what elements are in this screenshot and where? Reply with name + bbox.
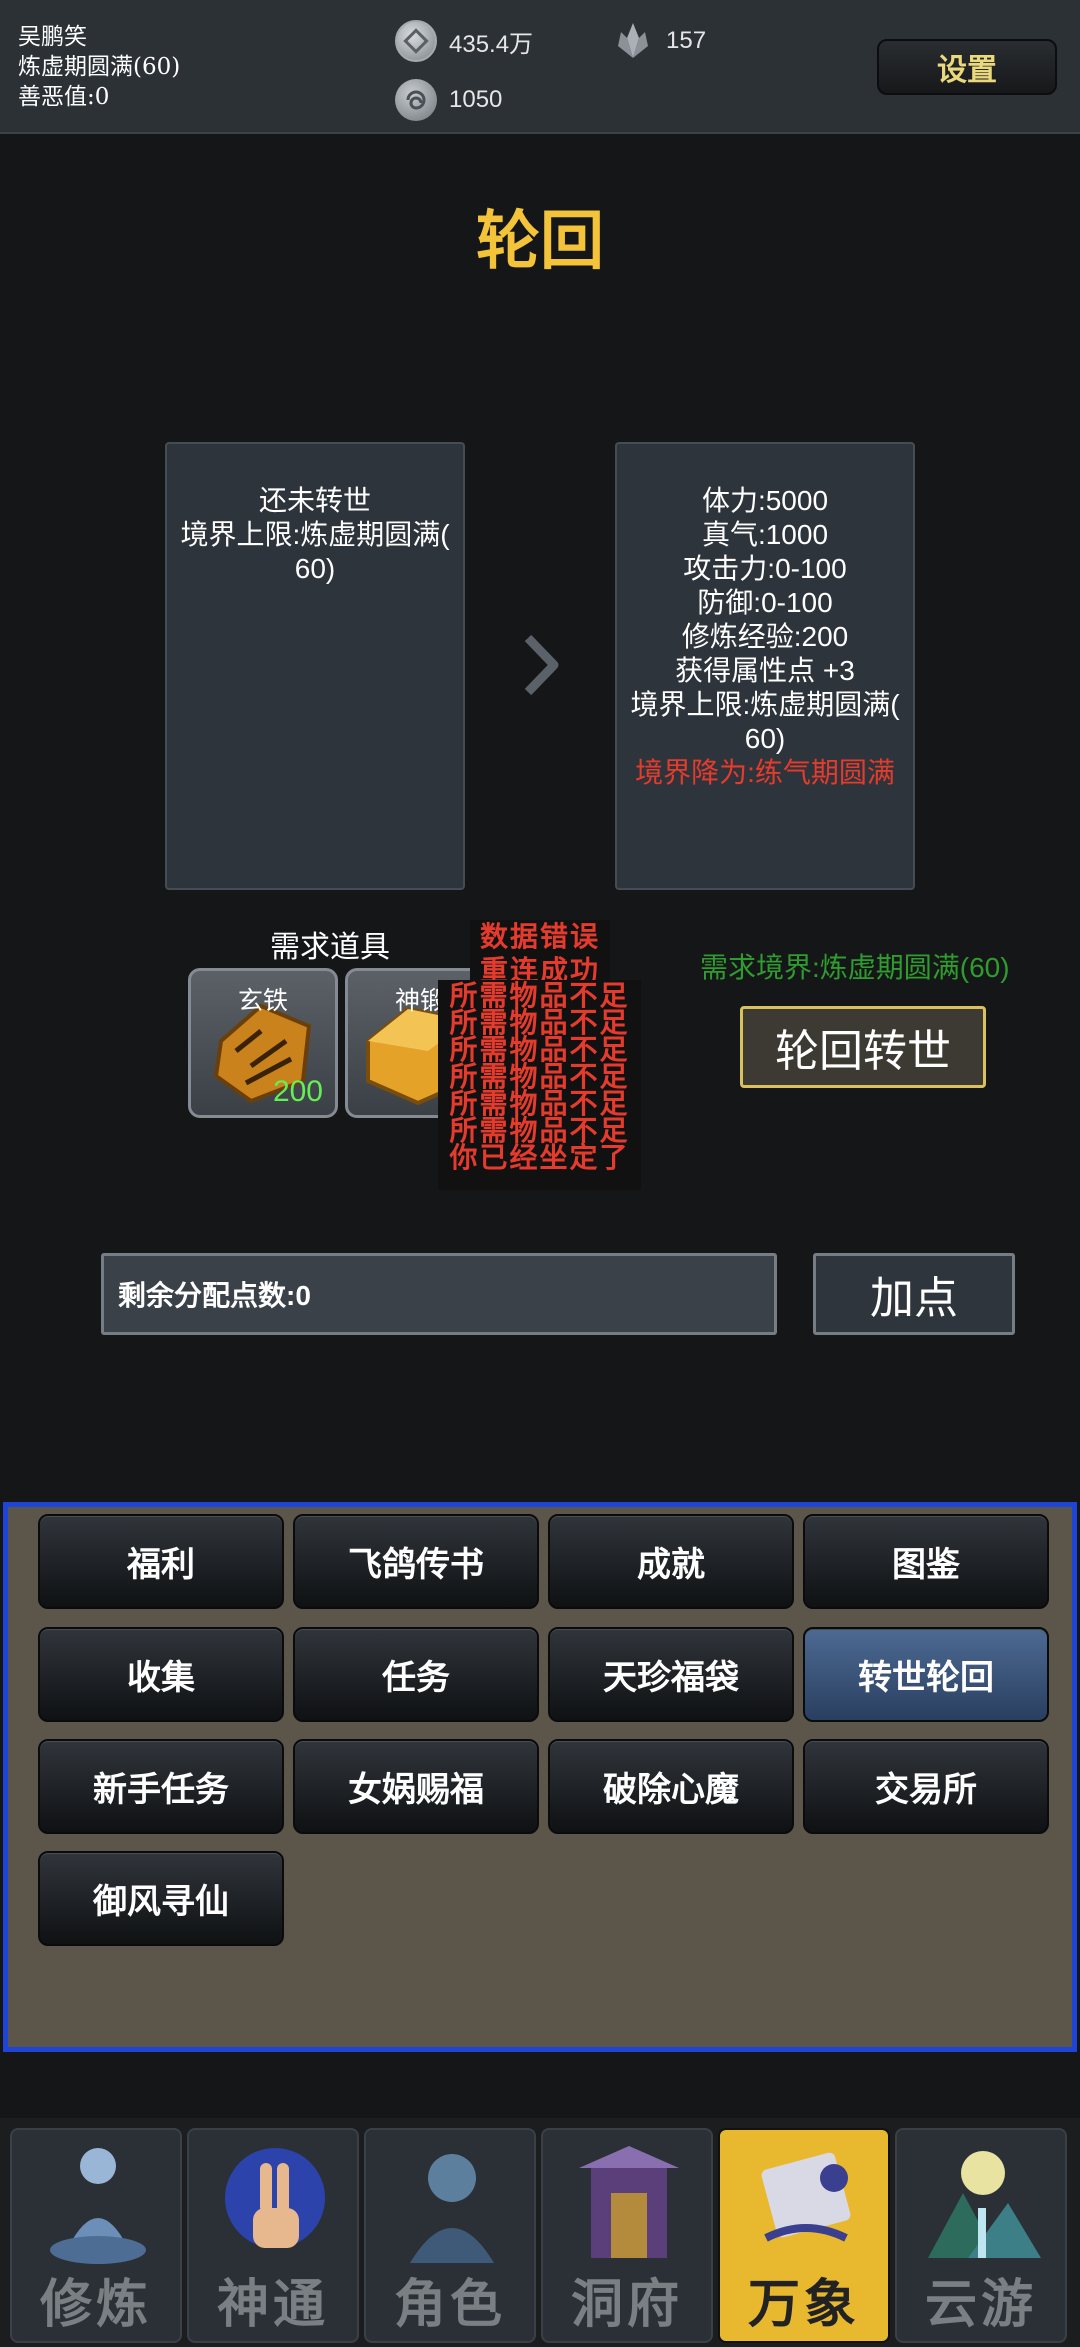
- scroll-icon: [761, 2152, 851, 2242]
- spiral-amount: 1050: [449, 86, 503, 113]
- remaining-points-field: 剩余分配点数:0: [101, 1253, 777, 1335]
- stat-defense: 防御:0-100: [697, 587, 833, 618]
- nav-tab-cave[interactable]: 洞府: [541, 2128, 713, 2343]
- toast-line: 所需物品不足: [449, 1033, 630, 1066]
- menu-exchange[interactable]: 交易所: [803, 1739, 1049, 1834]
- chevron-right-icon: [524, 634, 559, 696]
- player-name: 吴鹏笑: [18, 24, 87, 50]
- current-state-line: 还未转世: [258, 485, 371, 516]
- toast-line: 你已经坐定了: [449, 1141, 630, 1174]
- settings-button[interactable]: 设置: [877, 39, 1057, 95]
- landscape-icon: [928, 2151, 1041, 2258]
- coin-counter: 435.4万: [395, 20, 533, 62]
- current-state-panel: 还未转世 境界上限:炼虚期圆满( 60): [165, 442, 465, 890]
- menu-reincarnation[interactable]: 转世轮回: [803, 1627, 1049, 1722]
- stat-points: 获得属性点 +3: [675, 655, 855, 686]
- toast-line: 所需物品不足: [449, 1087, 630, 1120]
- stat-realm-limit: 境界上限:炼虚期圆满(: [630, 689, 900, 720]
- menu-nuwa-blessing[interactable]: 女娲赐福: [293, 1739, 539, 1834]
- reincarnate-button[interactable]: 轮回转世: [740, 1006, 986, 1088]
- spiral-icon: [395, 79, 437, 121]
- menu-wind-seek[interactable]: 御风寻仙: [38, 1851, 284, 1946]
- toast-line: 所需物品不足: [449, 1114, 630, 1147]
- item-quantity: 200: [272, 1075, 323, 1108]
- toast-line: 所需物品不足: [449, 1060, 630, 1093]
- coin-amount: 435.4万: [449, 30, 534, 58]
- nav-label: 神通: [216, 2274, 329, 2335]
- toast-line: 所需物品不足: [449, 1006, 630, 1039]
- nav-label: 角色: [393, 2274, 506, 2335]
- stat-exp: 修炼经验:200: [681, 621, 849, 652]
- crystal-counter: 157: [612, 20, 706, 62]
- nav-tab-powers[interactable]: 神通: [187, 2128, 359, 2343]
- temple-gate-icon: [579, 2146, 679, 2258]
- menu-newbie-tasks[interactable]: 新手任务: [38, 1739, 284, 1834]
- next-state-panel: 体力:5000 真气:1000 攻击力:0-100 防御:0-100 修炼经验:…: [615, 442, 915, 890]
- menu-break-demon[interactable]: 破除心魔: [548, 1739, 794, 1834]
- karma-value: 善恶值:0: [18, 84, 110, 110]
- current-realm-limit: 境界上限:炼虚期圆满(: [180, 519, 450, 550]
- required-items-label: 需求道具: [270, 930, 390, 965]
- stat-attack: 攻击力:0-100: [683, 553, 847, 584]
- add-points-button[interactable]: 加点: [813, 1253, 1015, 1335]
- realm-drop-warning: 境界降为:练气期圆满: [635, 757, 895, 788]
- menu-tasks[interactable]: 任务: [293, 1627, 539, 1722]
- nav-tab-cultivate[interactable]: 修炼: [10, 2128, 182, 2343]
- crystal-amount: 157: [666, 27, 707, 54]
- character-bust-icon: [410, 2154, 494, 2263]
- player-info: 吴鹏笑 炼虚期圆满(60) 善恶值:0: [18, 22, 180, 112]
- stat-realm-limit-cont: 60): [744, 723, 786, 754]
- menu-welfare[interactable]: 福利: [38, 1514, 284, 1609]
- spiral-counter: 1050: [395, 79, 502, 121]
- crystal-icon: [612, 20, 654, 62]
- player-realm: 炼虚期圆满(60): [18, 54, 181, 80]
- bottom-navigation: 修炼 神通 角色 洞府 万象 云游: [0, 2118, 1080, 2347]
- nav-label: 修炼: [39, 2274, 152, 2335]
- menu-codex[interactable]: 图鉴: [803, 1514, 1049, 1609]
- feature-menu-panel: 福利 飞鸽传书 成就 图鉴 收集 任务 天珍福袋 转世轮回 新手任务 女娲赐福 …: [3, 1502, 1077, 2052]
- item-slot-xuantie[interactable]: 玄铁 200: [188, 968, 338, 1118]
- menu-achievements[interactable]: 成就: [548, 1514, 794, 1609]
- menu-mail[interactable]: 飞鸽传书: [293, 1514, 539, 1609]
- nav-label: 洞府: [570, 2274, 683, 2335]
- nav-tab-wanxiang[interactable]: 万象: [718, 2128, 890, 2343]
- coin-icon: [395, 20, 437, 62]
- page-title: 轮回: [476, 204, 604, 279]
- nav-tab-character[interactable]: 角色: [364, 2128, 536, 2343]
- error-line: 数据错误: [479, 920, 600, 953]
- required-realm: 需求境界:炼虚期圆满(60): [700, 952, 1010, 983]
- nav-label: 云游: [924, 2274, 1037, 2335]
- menu-collection[interactable]: 收集: [38, 1627, 284, 1722]
- insufficient-items-toast: 所需物品不足 所需物品不足 所需物品不足 所需物品不足 所需物品不足 所需物品不…: [438, 980, 641, 1190]
- stat-hp: 体力:5000: [701, 485, 829, 516]
- top-status-bar: 吴鹏笑 炼虚期圆满(60) 善恶值:0 435.4万 157 1050 设置: [0, 0, 1080, 134]
- stat-qi: 真气:1000: [701, 519, 829, 550]
- nav-tab-travel[interactable]: 云游: [895, 2128, 1067, 2343]
- current-realm-limit-cont: 60): [294, 553, 336, 584]
- error-toast: 数据错误 重连成功: [470, 920, 610, 988]
- meditation-icon: [50, 2148, 146, 2264]
- nav-label: 万象: [747, 2274, 860, 2335]
- toast-line: 所需物品不足: [449, 980, 630, 1012]
- menu-lucky-bag[interactable]: 天珍福袋: [548, 1627, 794, 1722]
- item-name: 玄铁: [237, 986, 288, 1015]
- hand-sign-icon: [225, 2148, 325, 2248]
